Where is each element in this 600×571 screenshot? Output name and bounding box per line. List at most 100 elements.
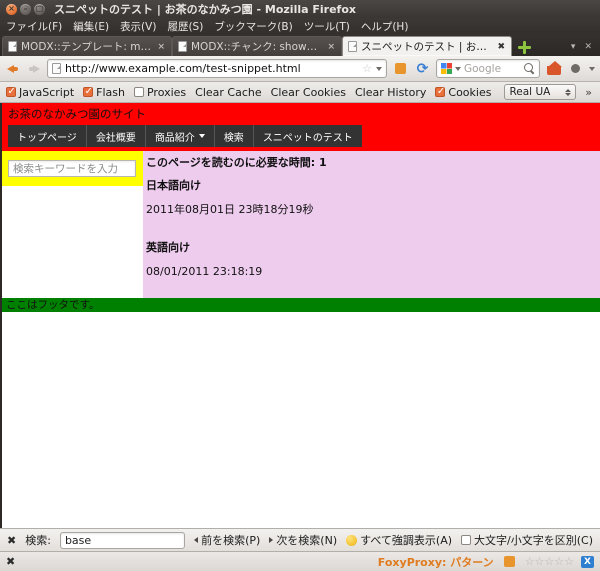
close-tab-icon[interactable]: × — [157, 42, 165, 52]
clear-cache-button[interactable]: Clear Cache — [195, 86, 261, 99]
url-bar[interactable]: http://www.example.com/test-snippet.html… — [47, 59, 387, 78]
chevron-down-icon[interactable] — [455, 66, 461, 71]
chevron-down-icon[interactable] — [376, 66, 382, 71]
rss-feed-icon[interactable] — [392, 60, 409, 77]
navigation-toolbar: http://www.example.com/test-snippet.html… — [0, 56, 600, 82]
close-tabstrip-icon[interactable]: ✕ — [584, 42, 592, 52]
find-bar: ✖ 検索: base 前を検索(P) 次を検索(N) すべて強調表示(A) 大文… — [0, 528, 600, 551]
addon-status-icon[interactable] — [501, 553, 518, 570]
list-all-tabs-icon[interactable]: ▾ — [571, 42, 576, 52]
tab-modx-chunk[interactable]: MODX::チャンク: showdate_ja × — [172, 36, 342, 56]
nav-link-top[interactable]: トップページ — [8, 125, 87, 147]
site-title: お茶のなかみつ園のサイト — [8, 107, 146, 121]
nav-link-label: 会社概要 — [95, 132, 136, 144]
site-header: お茶のなかみつ園のサイト トップページ 会社概要 商品紹介 検索 スニペットのテ… — [2, 103, 600, 151]
nav-link-snippet-test[interactable]: スニペットのテスト — [254, 125, 362, 147]
toggle-javascript[interactable]: JavaScript — [6, 86, 74, 99]
checkbox-icon[interactable] — [133, 87, 144, 97]
url-text: http://www.example.com/test-snippet.html — [65, 62, 301, 75]
rating-stars[interactable]: ☆☆☆☆☆ — [525, 555, 574, 568]
chevron-down-icon — [198, 134, 205, 138]
minimize-window-glyph: – — [23, 4, 28, 13]
minimize-window-icon[interactable]: – — [20, 3, 31, 15]
google-icon — [441, 63, 452, 74]
nav-link-company[interactable]: 会社概要 — [87, 125, 146, 147]
site-navigation: トップページ 会社概要 商品紹介 検索 スニペットのテスト — [8, 125, 362, 147]
close-tab-icon[interactable]: × — [327, 42, 335, 52]
nav-link-products[interactable]: 商品紹介 — [146, 125, 215, 147]
page-icon — [178, 41, 187, 52]
addon-icon[interactable] — [567, 60, 584, 77]
window-controls: × – □ — [6, 3, 45, 15]
clear-history-button[interactable]: Clear History — [355, 86, 426, 99]
foxyproxy-badge-icon[interactable]: X — [581, 555, 594, 568]
sidebar-search-input[interactable]: 検索キーワードを入力 — [8, 160, 136, 177]
user-agent-select[interactable]: Real UA — [504, 84, 577, 100]
search-bar[interactable]: Google — [436, 59, 540, 78]
menu-item-bookmarks[interactable]: ブックマーク(B) — [214, 19, 292, 34]
close-window-glyph: × — [8, 4, 15, 13]
find-previous-button[interactable]: 前を検索(P) — [194, 532, 260, 548]
menu-item-view[interactable]: 表示(V) — [120, 19, 156, 34]
window-title: スニペットのテスト | お茶のなかみつ園 - Mozilla Firefox — [54, 3, 356, 16]
tab-modx-template[interactable]: MODX::テンプレート: mytpl × — [2, 36, 172, 56]
nav-link-label: スニペットのテスト — [262, 132, 353, 144]
nav-link-label: 検索 — [223, 132, 244, 144]
menu-bar: ファイル(F) 編集(E) 表示(V) 履歴(S) ブックマーク(B) ツール(… — [0, 18, 600, 34]
reload-icon[interactable]: ⟳ — [414, 60, 431, 77]
close-findbar-icon[interactable]: ✖ — [7, 534, 16, 547]
menu-item-edit[interactable]: 編集(E) — [73, 19, 109, 34]
english-heading: 英語向け — [146, 241, 190, 254]
toggle-cookies[interactable]: Cookies — [435, 86, 491, 99]
toggle-flash-label: Flash — [96, 85, 125, 99]
maximize-window-icon[interactable]: □ — [34, 3, 45, 15]
nav-link-search[interactable]: 検索 — [215, 125, 254, 147]
match-case-toggle[interactable]: 大文字/小文字を区別(C) — [461, 532, 593, 548]
bookmark-star-icon[interactable]: ☆ — [362, 62, 372, 75]
checkbox-icon[interactable] — [83, 86, 94, 97]
english-date: 08/01/2011 23:18:19 — [146, 265, 263, 278]
checkbox-icon[interactable] — [461, 535, 472, 545]
find-next-button[interactable]: 次を検索(N) — [269, 532, 337, 548]
toggle-flash[interactable]: Flash — [83, 86, 125, 99]
stepper-icon[interactable] — [565, 88, 572, 96]
menu-item-history[interactable]: 履歴(S) — [167, 19, 203, 34]
menu-item-help[interactable]: ヘルプ(H) — [361, 19, 409, 34]
back-arrow-icon[interactable] — [5, 61, 21, 77]
tab-snippet-test[interactable]: スニペットのテスト | お茶のな... ✖ — [342, 36, 512, 56]
find-next-label: 次を検索(N) — [276, 534, 338, 547]
search-icon[interactable] — [524, 63, 535, 74]
plus-icon — [517, 40, 531, 54]
tab-label: MODX::テンプレート: mytpl — [21, 41, 154, 53]
forward-arrow-icon[interactable] — [26, 61, 42, 77]
firefox-window: × – □ スニペットのテスト | お茶のなかみつ園 - Mozilla Fir… — [0, 0, 600, 571]
new-tab-button[interactable] — [515, 38, 533, 56]
japanese-heading: 日本語向け — [146, 179, 201, 192]
triangle-left-icon — [194, 537, 199, 543]
close-statusbar-icon[interactable]: ✖ — [6, 555, 15, 568]
checkbox-icon[interactable] — [435, 86, 446, 97]
search-input[interactable]: Google — [464, 63, 521, 75]
page-body: 検索キーワードを入力 このページを読むのに必要な時間: 1 日本語向け 2011… — [2, 151, 600, 298]
menu-item-file[interactable]: ファイル(F) — [6, 19, 62, 34]
foxyproxy-status-label[interactable]: FoxyProxy: パターン — [378, 554, 494, 570]
close-tab-icon[interactable]: ✖ — [497, 42, 505, 52]
menu-item-tools[interactable]: ツール(T) — [304, 19, 350, 34]
close-window-icon[interactable]: × — [6, 3, 17, 15]
find-input[interactable]: base — [59, 531, 186, 549]
toggle-proxies[interactable]: Proxies — [133, 86, 186, 99]
match-case-label: 大文字/小文字を区別(C) — [474, 534, 593, 547]
tab-label: スニペットのテスト | お茶のな... — [361, 41, 493, 53]
title-bar: × – □ スニペットのテスト | お茶のなかみつ園 - Mozilla Fir… — [0, 0, 600, 18]
clear-cookies-button[interactable]: Clear Cookies — [271, 86, 346, 99]
page-icon — [348, 41, 357, 52]
devbar-overflow-icon[interactable]: » — [585, 86, 594, 99]
page-sidebar: 検索キーワードを入力 — [2, 151, 143, 298]
toolbar-overflow-icon[interactable] — [589, 66, 595, 71]
home-icon[interactable] — [545, 60, 562, 77]
web-page: お茶のなかみつ園のサイト トップページ 会社概要 商品紹介 検索 スニペットのテ… — [2, 103, 600, 528]
highlight-all-button[interactable]: すべて強調表示(A) — [346, 532, 452, 548]
tab-strip: MODX::テンプレート: mytpl × MODX::チャンク: showda… — [0, 34, 600, 56]
find-previous-label: 前を検索(P) — [201, 534, 261, 547]
checkbox-icon[interactable] — [6, 86, 16, 97]
